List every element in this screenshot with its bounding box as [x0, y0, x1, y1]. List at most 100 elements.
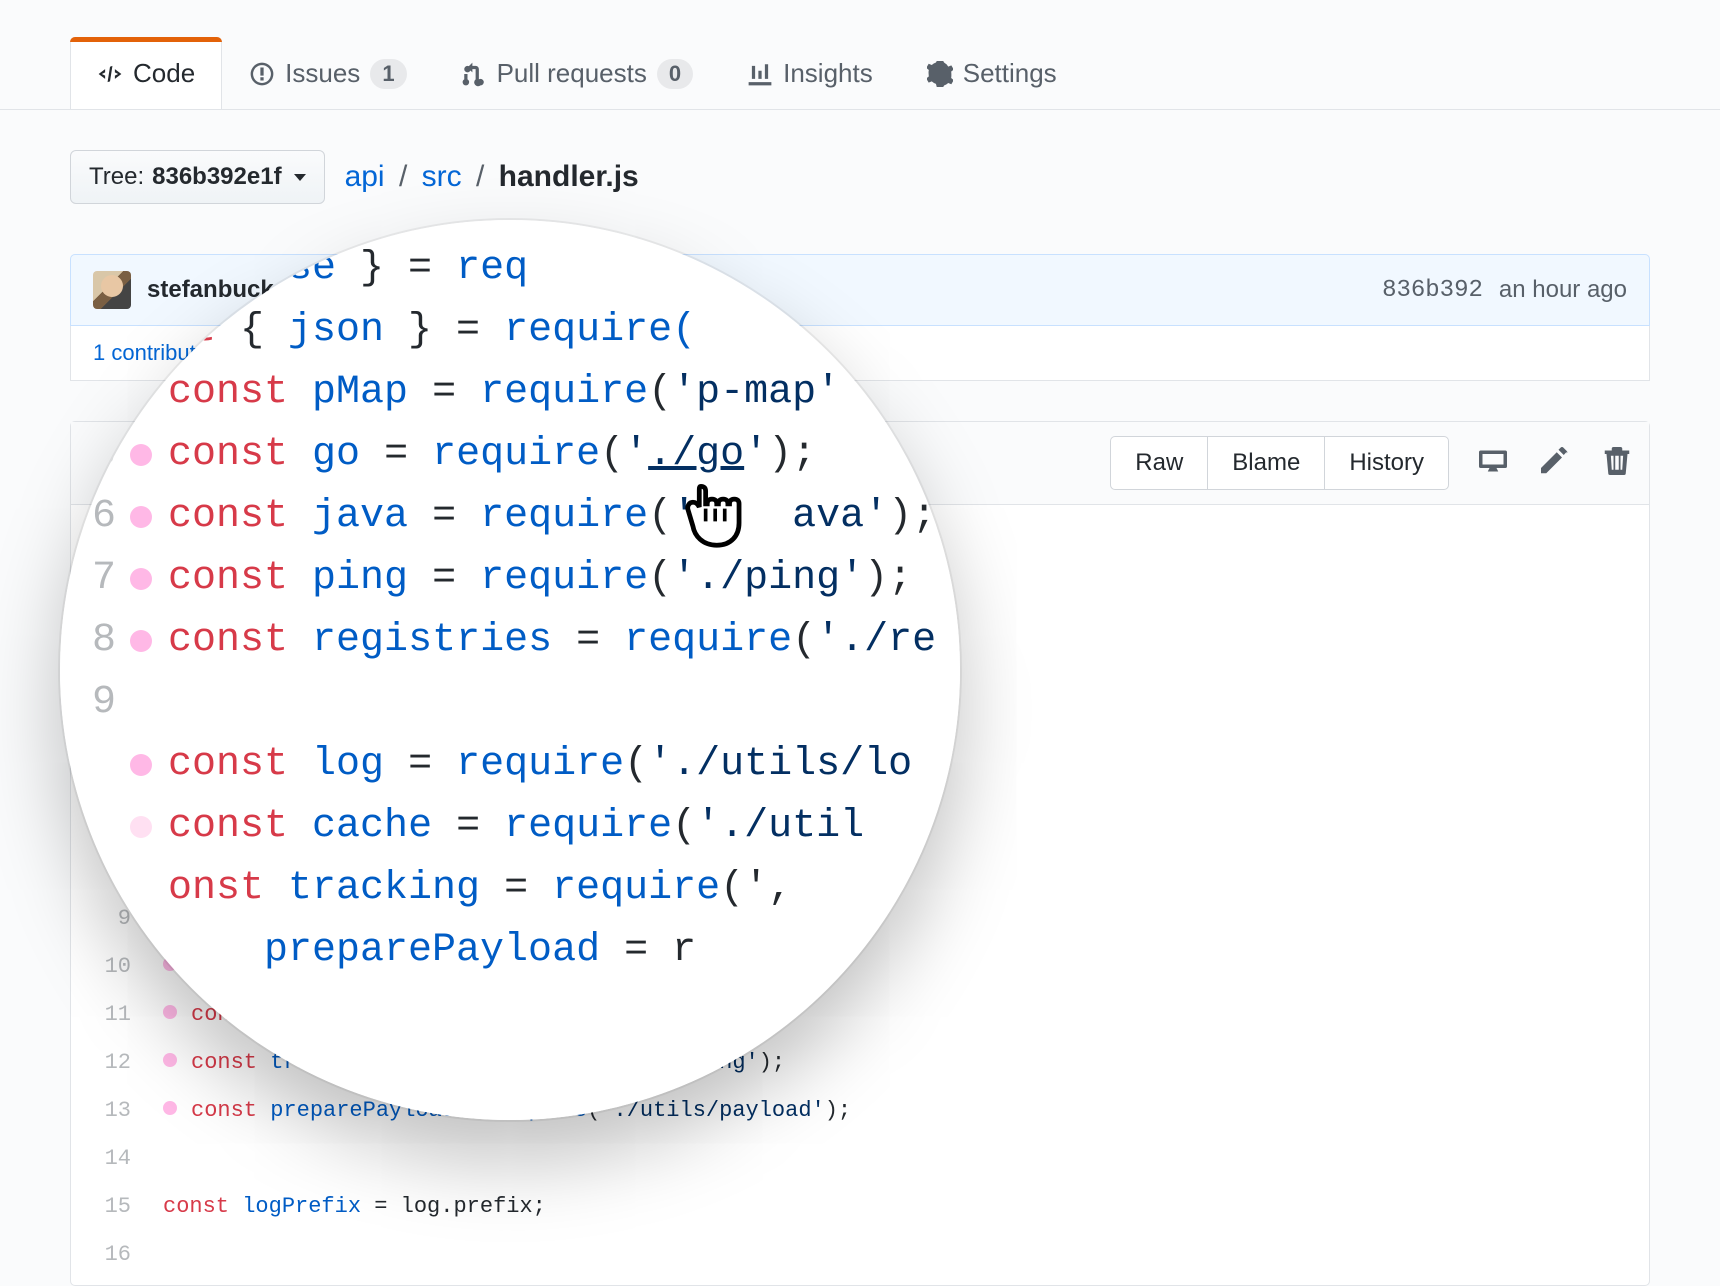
commit-author[interactable]: stefanbuck	[147, 276, 274, 304]
line-number[interactable]: 12	[71, 1039, 151, 1087]
linker-dot-icon[interactable]	[163, 765, 177, 779]
file-action-group: Raw Blame History	[1110, 436, 1449, 490]
line-content: const registries = require('./registries…	[151, 847, 759, 895]
tab-issues[interactable]: Issues 1	[222, 37, 433, 109]
line-content: const tracking = require('./utils/tracki…	[151, 1039, 785, 1087]
raw-button[interactable]: Raw	[1110, 436, 1207, 490]
code-line: 15const logPrefix = log.prefix;	[71, 1183, 1649, 1231]
path-row: Tree: 836b392e1f api / src / handler.js	[70, 150, 1650, 204]
tab-insights[interactable]: Insights	[720, 37, 900, 109]
line-number[interactable]: 14	[71, 1135, 151, 1183]
linker-dot-icon[interactable]	[163, 525, 177, 539]
file-box: Raw Blame History 1const { parse } = req…	[70, 421, 1650, 1286]
history-button[interactable]: History	[1324, 436, 1449, 490]
line-content	[151, 1135, 163, 1183]
code-line: 16	[71, 1231, 1649, 1279]
graph-icon	[747, 61, 773, 87]
line-number[interactable]: 15	[71, 1183, 151, 1231]
code-line: 5const go = require('./go');	[71, 703, 1649, 751]
line-number[interactable]: 16	[71, 1231, 151, 1279]
linker-dot-icon[interactable]	[163, 573, 177, 587]
tree-prefix: Tree:	[89, 163, 144, 191]
tab-settings[interactable]: Settings	[900, 37, 1084, 109]
breadcrumb-file: handler.js	[499, 160, 639, 193]
linker-dot-icon[interactable]	[163, 861, 177, 875]
line-number[interactable]: 11	[71, 991, 151, 1039]
file-header: Raw Blame History	[71, 422, 1649, 505]
line-number[interactable]: 13	[71, 1087, 151, 1135]
tab-code[interactable]: Code	[70, 37, 222, 109]
code-line: 1const { parse } = require('url');	[71, 511, 1649, 559]
blame-button[interactable]: Blame	[1207, 436, 1324, 490]
repo-tabnav: Code Issues 1 Pull requests 0 Insights S…	[0, 0, 1720, 110]
linker-dot-icon[interactable]	[163, 621, 177, 635]
code-line: 3const pMap = require('p-map');	[71, 607, 1649, 655]
code-line: 13const preparePayload = require('./util…	[71, 1087, 1649, 1135]
line-content: const logPrefix = log.prefix;	[151, 1183, 546, 1231]
code-line: 7const ping = require('./ping');	[71, 799, 1649, 847]
line-content	[151, 655, 163, 703]
line-number[interactable]: 10	[71, 943, 151, 991]
line-number[interactable]: 2	[71, 559, 151, 607]
line-number[interactable]: 3	[71, 607, 151, 655]
line-number[interactable]: 8	[71, 847, 151, 895]
tab-issues-label: Issues	[285, 58, 360, 89]
tree-ref: 836b392e1f	[152, 163, 281, 191]
line-content: const cache = require('./utils/cache');	[151, 991, 706, 1039]
commit-time: an hour ago	[1499, 276, 1627, 304]
linker-dot-icon[interactable]	[163, 813, 177, 827]
line-content	[151, 1231, 163, 1279]
line-number[interactable]: 5	[71, 703, 151, 751]
code-line: 6const java = require('./java');	[71, 751, 1649, 799]
avatar[interactable]	[93, 271, 131, 309]
line-number[interactable]: 4	[71, 655, 151, 703]
trash-icon[interactable]	[1603, 447, 1631, 480]
line-number[interactable]: 6	[71, 751, 151, 799]
file-icon-actions	[1479, 447, 1631, 480]
code-area: 1const { parse } = require('url');2const…	[71, 505, 1649, 1285]
linker-dot-icon[interactable]	[163, 717, 177, 731]
pull-request-icon	[461, 61, 487, 87]
commit-stripe: stefanbuck 836b392 an hour ago	[70, 254, 1650, 326]
code-line: 2const { json } = require('micro');	[71, 559, 1649, 607]
tab-insights-label: Insights	[783, 58, 873, 89]
line-content: const log = require('./utils/log');	[151, 943, 653, 991]
code-icon	[97, 61, 123, 87]
line-number[interactable]: 1	[71, 511, 151, 559]
tab-pull-requests[interactable]: Pull requests 0	[434, 37, 721, 109]
line-number[interactable]: 7	[71, 799, 151, 847]
pencil-icon[interactable]	[1541, 447, 1569, 480]
line-content	[151, 895, 163, 943]
line-content: const ping = require('./ping');	[151, 799, 600, 847]
contributors-stripe: 1 contributor	[70, 326, 1650, 381]
linker-dot-icon[interactable]	[163, 1101, 177, 1115]
breadcrumb-dir[interactable]: src	[422, 160, 462, 193]
commit-sha[interactable]: 836b392	[1382, 277, 1483, 304]
caret-down-icon	[294, 174, 306, 181]
line-content: const { json } = require('micro');	[151, 559, 640, 607]
breadcrumb-root[interactable]: api	[345, 160, 385, 193]
line-content: const pMap = require('p-map');	[151, 607, 587, 655]
tab-settings-label: Settings	[963, 58, 1057, 89]
code-line: 8const registries = require('./registrie…	[71, 847, 1649, 895]
content: Tree: 836b392e1f api / src / handler.js …	[0, 110, 1720, 1286]
tree-selector[interactable]: Tree: 836b392e1f	[70, 150, 325, 204]
code-line: 4	[71, 655, 1649, 703]
tab-pr-label: Pull requests	[497, 58, 647, 89]
linker-dot-icon[interactable]	[163, 957, 177, 971]
contributors-link[interactable]: 1 contributor	[93, 340, 215, 365]
pr-count: 0	[657, 59, 693, 89]
desktop-icon[interactable]	[1479, 447, 1507, 480]
code-line: 11const cache = require('./utils/cache')…	[71, 991, 1649, 1039]
line-content: const go = require('./go');	[151, 703, 547, 751]
linker-dot-icon[interactable]	[163, 1005, 177, 1019]
breadcrumb: api / src / handler.js	[345, 160, 639, 194]
issue-icon	[249, 61, 275, 87]
line-content: const java = require('./java');	[151, 751, 600, 799]
gear-icon	[927, 61, 953, 87]
linker-dot-icon[interactable]	[163, 1053, 177, 1067]
code-line: 10const log = require('./utils/log');	[71, 943, 1649, 991]
line-number[interactable]: 9	[71, 895, 151, 943]
breadcrumb-sep: /	[470, 160, 490, 193]
code-line: 14	[71, 1135, 1649, 1183]
